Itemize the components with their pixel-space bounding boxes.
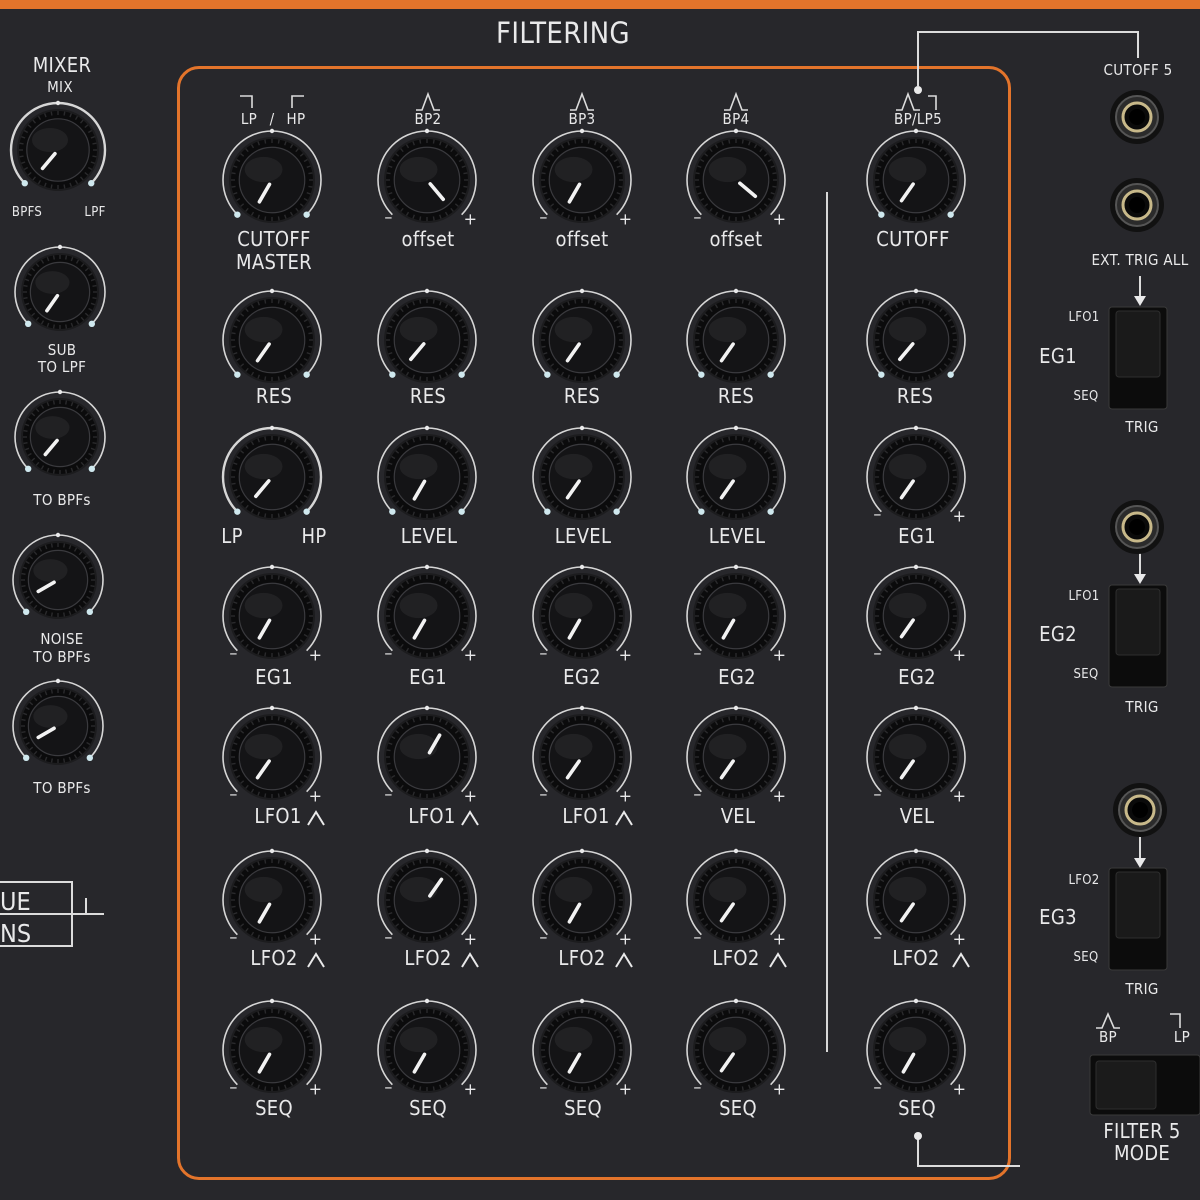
eg2-bottom-label: SEQ: [1073, 667, 1099, 682]
svg-text:+: +: [309, 646, 322, 665]
eg2-top-label: LFO1: [1068, 589, 1100, 604]
svg-text:–: –: [693, 1078, 701, 1097]
svg-text:+: +: [953, 646, 966, 665]
svg-text:+: +: [619, 930, 632, 949]
svg-text:–: –: [873, 785, 881, 804]
svg-text:–: –: [539, 644, 547, 663]
svg-text:+: +: [773, 930, 786, 949]
svg-text:–: –: [873, 928, 881, 947]
eg3-trigger-switch[interactable]: [1106, 866, 1170, 972]
svg-text:+: +: [773, 787, 786, 806]
eg1-name-label: EG1: [1039, 344, 1077, 368]
svg-text:+: +: [464, 930, 477, 949]
ext-trig-label: EXT. TRIG ALL: [1091, 251, 1189, 269]
svg-text:–: –: [693, 785, 701, 804]
svg-text:+: +: [309, 787, 322, 806]
svg-text:–: –: [384, 208, 392, 227]
svg-text:+: +: [619, 1080, 632, 1099]
svg-text:–: –: [539, 1078, 547, 1097]
svg-text:+: +: [953, 1080, 966, 1099]
svg-text:+: +: [953, 507, 966, 526]
eg3-top-label: LFO2: [1068, 873, 1100, 888]
eg3-name-label: EG3: [1039, 905, 1077, 929]
svg-text:–: –: [384, 644, 392, 663]
svg-text:+: +: [464, 787, 477, 806]
svg-text:–: –: [873, 644, 881, 663]
svg-text:+: +: [464, 646, 477, 665]
eg2-trig-input-jack[interactable]: [1107, 497, 1167, 557]
svg-text:–: –: [229, 1078, 237, 1097]
svg-text:+: +: [619, 210, 632, 229]
eg1-bottom-label: SEQ: [1073, 389, 1099, 404]
filter5-mode-switch[interactable]: [1088, 1052, 1200, 1118]
svg-text:+: +: [773, 210, 786, 229]
svg-text:–: –: [539, 785, 547, 804]
cutoff5-input-jack[interactable]: [1107, 87, 1167, 147]
svg-text:+: +: [773, 1080, 786, 1099]
svg-text:–: –: [693, 208, 701, 227]
eg1-trigger-switch[interactable]: [1106, 305, 1170, 411]
svg-text:+: +: [953, 930, 966, 949]
eg2-trigger-switch[interactable]: [1106, 583, 1170, 689]
svg-text:–: –: [229, 644, 237, 663]
ext-trig-input-jack[interactable]: [1107, 175, 1167, 235]
svg-text:–: –: [229, 785, 237, 804]
svg-text:–: –: [384, 928, 392, 947]
lowpass-shape-icon: [1170, 1013, 1181, 1028]
mode-lp-label: LP: [1173, 1028, 1191, 1046]
mode-shape-icons: [1096, 1011, 1181, 1029]
svg-text:–: –: [693, 644, 701, 663]
eg2-name-label: EG2: [1039, 622, 1077, 646]
eg3-trig-input-jack[interactable]: [1110, 780, 1170, 840]
eg1-trig-label: TRIG: [1125, 418, 1159, 436]
svg-text:–: –: [539, 928, 547, 947]
svg-text:+: +: [309, 1080, 322, 1099]
svg-text:+: +: [309, 930, 322, 949]
svg-text:+: +: [619, 646, 632, 665]
eg3-trig-label: TRIG: [1125, 980, 1159, 998]
eg3-bottom-label: SEQ: [1073, 950, 1099, 965]
svg-text:+: +: [464, 1080, 477, 1099]
cutoff5-jack-label: CUTOFF 5: [1103, 61, 1173, 79]
svg-text:–: –: [384, 785, 392, 804]
svg-text:+: +: [953, 787, 966, 806]
svg-text:–: –: [539, 208, 547, 227]
filter-panel: FILTERING MIXER MIX BPFS LPF SUB TO LPF …: [0, 0, 1200, 1200]
filter5-mode-label-1: FILTER 5: [1103, 1119, 1181, 1143]
filter5-mode-label-2: MODE: [1113, 1141, 1171, 1165]
svg-text:–: –: [693, 928, 701, 947]
svg-text:+: +: [619, 787, 632, 806]
svg-text:–: –: [873, 505, 881, 524]
svg-text:–: –: [873, 1078, 881, 1097]
svg-text:+: +: [773, 646, 786, 665]
mode-bp-label: BP: [1099, 1028, 1117, 1046]
bandpass-shape-icon: [1096, 1011, 1120, 1029]
svg-text:+: +: [464, 210, 477, 229]
eg2-trig-label: TRIG: [1125, 698, 1159, 716]
eg1-top-label: LFO1: [1068, 310, 1100, 325]
svg-text:–: –: [229, 928, 237, 947]
svg-text:–: –: [384, 1078, 392, 1097]
